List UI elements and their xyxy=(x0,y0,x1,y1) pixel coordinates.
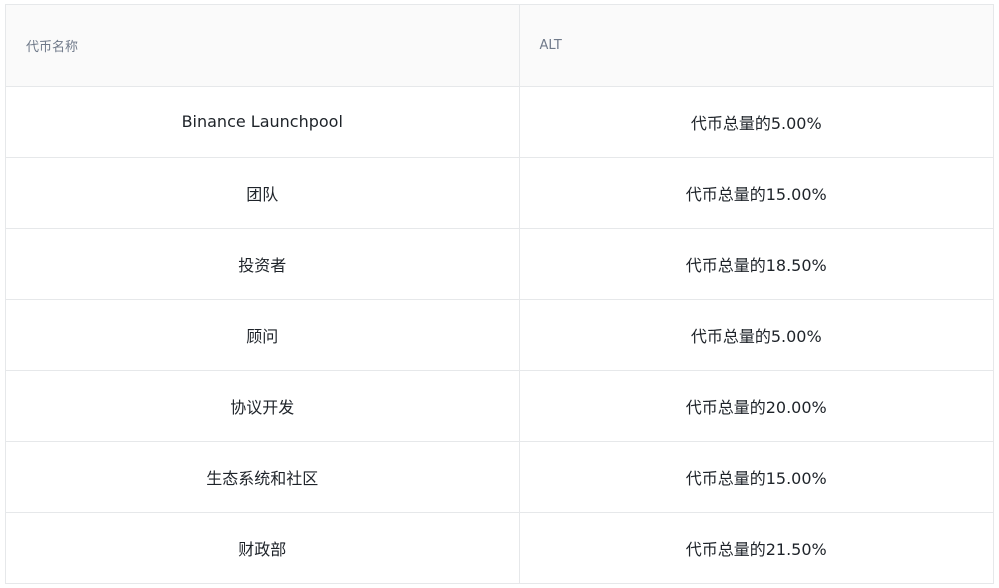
cell-allocation-share: 代币总量的21.50% xyxy=(518,512,993,584)
header-token-name: 代币名称 xyxy=(6,5,519,87)
cell-allocation-name: 投资者 xyxy=(6,228,519,300)
token-allocation-table: 代币名称 ALT Binance Launchpool 代币总量的5.00% 团… xyxy=(6,5,993,584)
table-row: 顾问 代币总量的5.00% xyxy=(6,299,993,371)
table-body: Binance Launchpool 代币总量的5.00% 团队 代币总量的15… xyxy=(6,86,993,584)
table-header: 代币名称 ALT xyxy=(6,5,993,87)
cell-allocation-share: 代币总量的15.00% xyxy=(518,441,993,513)
cell-allocation-name: Binance Launchpool xyxy=(6,86,519,158)
cell-allocation-name: 团队 xyxy=(6,157,519,229)
cell-allocation-share: 代币总量的5.00% xyxy=(518,86,993,158)
table-row: Binance Launchpool 代币总量的5.00% xyxy=(6,86,993,158)
cell-allocation-name: 财政部 xyxy=(6,512,519,584)
table-row: 财政部 代币总量的21.50% xyxy=(6,512,993,584)
header-row: 代币名称 ALT xyxy=(6,5,993,87)
table-row: 生态系统和社区 代币总量的15.00% xyxy=(6,441,993,513)
cell-allocation-share: 代币总量的15.00% xyxy=(518,157,993,229)
table-row: 投资者 代币总量的18.50% xyxy=(6,228,993,300)
header-alt: ALT xyxy=(518,5,993,87)
cell-allocation-share: 代币总量的20.00% xyxy=(518,370,993,442)
table-row: 协议开发 代币总量的20.00% xyxy=(6,370,993,442)
cell-allocation-share: 代币总量的5.00% xyxy=(518,299,993,371)
token-allocation-table-container: 代币名称 ALT Binance Launchpool 代币总量的5.00% 团… xyxy=(5,4,994,584)
cell-allocation-share: 代币总量的18.50% xyxy=(518,228,993,300)
cell-allocation-name: 协议开发 xyxy=(6,370,519,442)
table-row: 团队 代币总量的15.00% xyxy=(6,157,993,229)
cell-allocation-name: 生态系统和社区 xyxy=(6,441,519,513)
cell-allocation-name: 顾问 xyxy=(6,299,519,371)
